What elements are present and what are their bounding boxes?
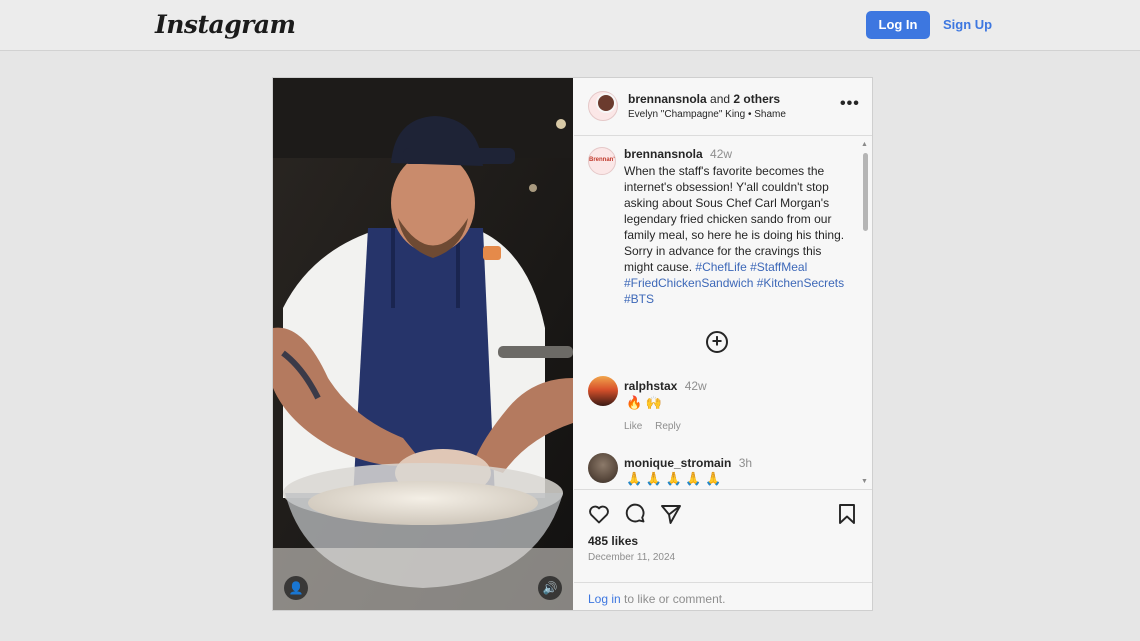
- avatar[interactable]: [588, 453, 618, 483]
- signup-link[interactable]: Sign Up: [943, 11, 992, 39]
- scroll-up-icon[interactable]: ▲: [861, 141, 868, 148]
- avatar[interactable]: [588, 376, 618, 406]
- audio-track[interactable]: Evelyn "Champagne" King • Shame: [628, 109, 786, 120]
- caption-author: brennansnola 42w: [624, 147, 732, 161]
- login-prompt-text: to like or comment.: [620, 592, 726, 606]
- avatar[interactable]: Brennan's: [588, 147, 616, 175]
- post-author[interactable]: brennansnola and 2 others: [628, 92, 780, 106]
- audio-icon[interactable]: 🔊: [538, 576, 562, 600]
- comment-reply-button[interactable]: Reply: [655, 421, 681, 432]
- comments-scrollbar[interactable]: ▲ ▼: [861, 141, 869, 486]
- post-card: 👤 🔊 brennansnola and 2 others Evelyn "Ch…: [272, 77, 873, 611]
- login-button[interactable]: Log In: [866, 11, 930, 39]
- post-header: brennansnola and 2 others Evelyn "Champa…: [574, 78, 872, 136]
- plus-circle-icon[interactable]: +: [706, 331, 728, 353]
- scroll-thumb[interactable]: [863, 153, 868, 231]
- login-link[interactable]: Log in: [588, 592, 621, 606]
- login-prompt-bar: Log in to like or comment.: [574, 582, 872, 611]
- top-nav: Instagram Log In Sign Up: [0, 0, 1140, 51]
- share-icon[interactable]: [659, 502, 683, 526]
- post-date: December 11, 2024: [588, 552, 676, 563]
- comment-icon[interactable]: [623, 502, 647, 526]
- comment-actions: Like Reply: [624, 421, 691, 432]
- comment-username[interactable]: ralphstax: [624, 379, 677, 393]
- comment-text: 🙏 🙏 🙏 🙏 🙏: [626, 471, 722, 486]
- comment-like-button[interactable]: Like: [624, 421, 642, 432]
- author-username[interactable]: brennansnola: [628, 92, 707, 106]
- post-details-panel: brennansnola and 2 others Evelyn "Champa…: [574, 78, 872, 610]
- login-prompt: Log in to like or comment.: [588, 592, 725, 606]
- and-text: and: [710, 92, 731, 106]
- post-actions: 485 likes December 11, 2024 Log in to li…: [574, 489, 872, 610]
- caption-body: When the staff's favorite becomes the in…: [624, 164, 845, 274]
- comment-username[interactable]: monique_stromain: [624, 456, 731, 470]
- post-video[interactable]: 👤 🔊: [273, 78, 573, 610]
- comment-time: 3h: [738, 456, 753, 470]
- comment-text: 🔥 🙌: [626, 395, 662, 410]
- hashtag[interactable]: #BTS: [624, 292, 654, 306]
- collaborators-link[interactable]: 2 others: [733, 92, 780, 106]
- avatar[interactable]: [596, 93, 616, 113]
- likes-count[interactable]: 485 likes: [588, 534, 638, 548]
- hashtag[interactable]: #FriedChickenSandwich: [624, 276, 753, 290]
- hashtag[interactable]: #ChefLife: [695, 260, 746, 274]
- caption-text: When the staff's favorite becomes the in…: [624, 163, 846, 307]
- scroll-down-icon[interactable]: ▼: [861, 478, 868, 485]
- more-icon[interactable]: •••: [840, 95, 860, 113]
- brand-mark: Brennan's: [589, 157, 616, 163]
- comment-time: 42w: [684, 379, 707, 393]
- caption-time: 42w: [710, 147, 733, 161]
- heart-icon[interactable]: [587, 502, 611, 526]
- caption-username[interactable]: brennansnola: [624, 147, 703, 161]
- comment-author: ralphstax 42w: [624, 379, 707, 393]
- hashtag[interactable]: #StaffMeal: [750, 260, 807, 274]
- bookmark-icon[interactable]: [835, 502, 859, 526]
- video-frame-illustration: [273, 78, 573, 610]
- comment-author: monique_stromain 3h: [624, 456, 752, 470]
- user-tag-icon[interactable]: 👤: [284, 576, 308, 600]
- instagram-logo[interactable]: Instagram: [155, 10, 296, 39]
- hashtag[interactable]: #KitchenSecrets: [757, 276, 844, 290]
